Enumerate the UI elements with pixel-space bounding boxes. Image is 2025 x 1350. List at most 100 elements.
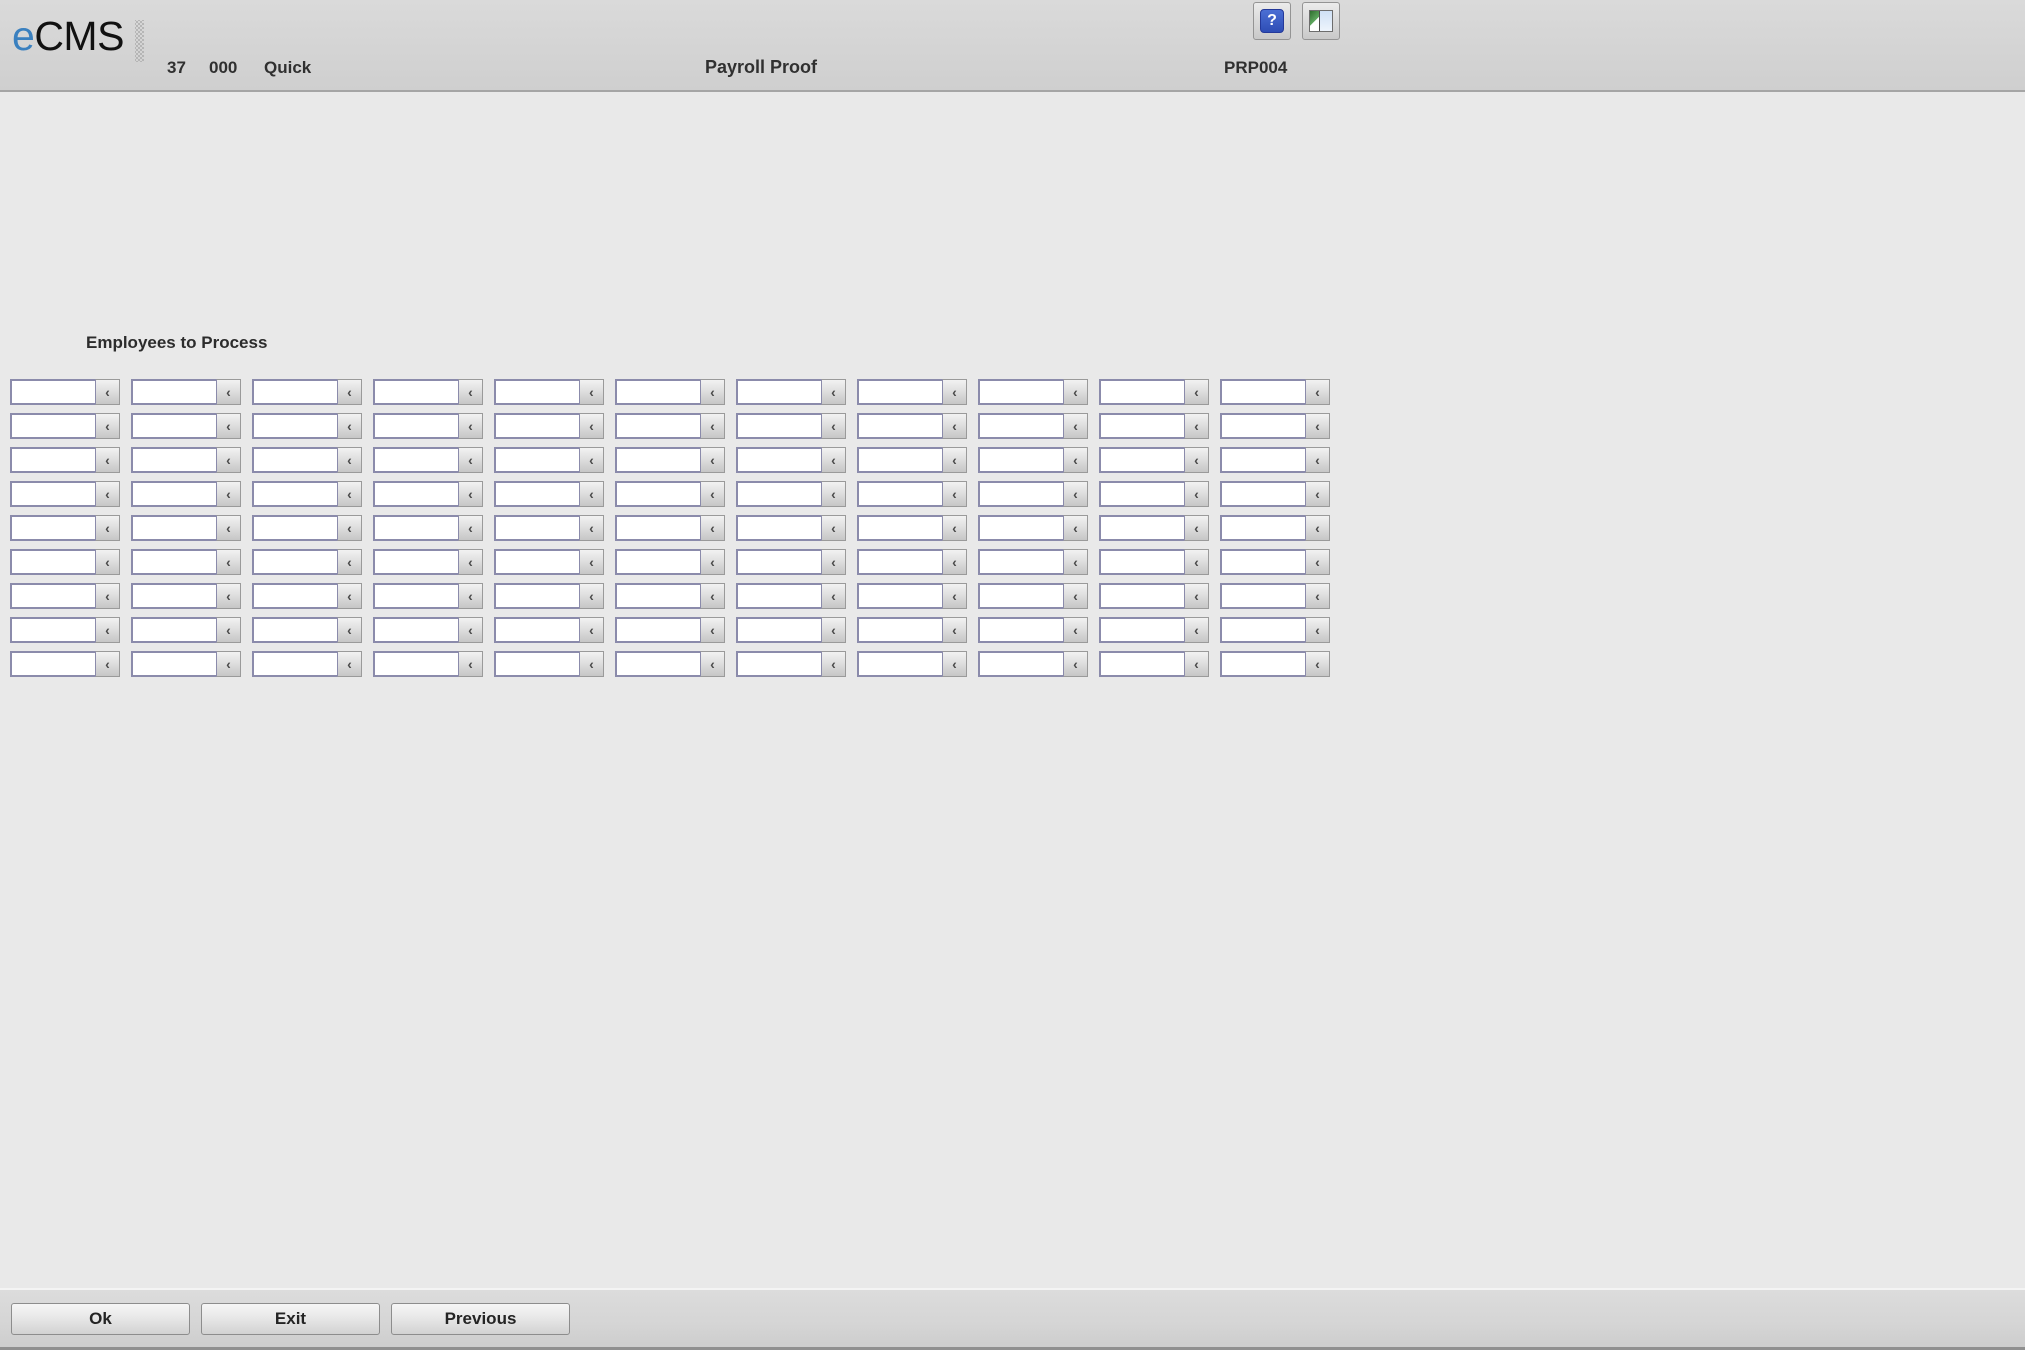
employee-lookup-button-r2-c7[interactable]: ‹ — [821, 413, 846, 439]
employee-lookup-button-r1-c1[interactable]: ‹ — [95, 379, 120, 405]
employee-number-input-r9-c2[interactable] — [131, 651, 216, 677]
employee-lookup-button-r8-c10[interactable]: ‹ — [1184, 617, 1209, 643]
employee-number-input-r5-c9[interactable] — [978, 515, 1063, 541]
employee-number-input-r4-c11[interactable] — [1220, 481, 1305, 507]
employee-number-input-r9-c10[interactable] — [1099, 651, 1184, 677]
employee-number-input-r7-c5[interactable] — [494, 583, 579, 609]
employee-lookup-button-r9-c10[interactable]: ‹ — [1184, 651, 1209, 677]
employee-lookup-button-r3-c5[interactable]: ‹ — [579, 447, 604, 473]
employee-number-input-r6-c5[interactable] — [494, 549, 579, 575]
employee-lookup-button-r9-c6[interactable]: ‹ — [700, 651, 725, 677]
employee-lookup-button-r4-c6[interactable]: ‹ — [700, 481, 725, 507]
employee-number-input-r2-c5[interactable] — [494, 413, 579, 439]
employee-lookup-button-r2-c10[interactable]: ‹ — [1184, 413, 1209, 439]
employee-lookup-button-r3-c3[interactable]: ‹ — [337, 447, 362, 473]
employee-number-input-r2-c8[interactable] — [857, 413, 942, 439]
employee-number-input-r6-c7[interactable] — [736, 549, 821, 575]
employee-number-input-r7-c6[interactable] — [615, 583, 700, 609]
employee-number-input-r5-c2[interactable] — [131, 515, 216, 541]
employee-number-input-r1-c3[interactable] — [252, 379, 337, 405]
employee-number-input-r2-c7[interactable] — [736, 413, 821, 439]
employee-lookup-button-r1-c8[interactable]: ‹ — [942, 379, 967, 405]
employee-number-input-r7-c4[interactable] — [373, 583, 458, 609]
employee-lookup-button-r3-c10[interactable]: ‹ — [1184, 447, 1209, 473]
employee-lookup-button-r1-c3[interactable]: ‹ — [337, 379, 362, 405]
employee-number-input-r9-c4[interactable] — [373, 651, 458, 677]
employee-lookup-button-r7-c10[interactable]: ‹ — [1184, 583, 1209, 609]
employee-lookup-button-r2-c1[interactable]: ‹ — [95, 413, 120, 439]
employee-lookup-button-r7-c8[interactable]: ‹ — [942, 583, 967, 609]
employee-number-input-r4-c2[interactable] — [131, 481, 216, 507]
employee-number-input-r3-c2[interactable] — [131, 447, 216, 473]
employee-number-input-r2-c9[interactable] — [978, 413, 1063, 439]
employee-number-input-r9-c6[interactable] — [615, 651, 700, 677]
employee-lookup-button-r5-c5[interactable]: ‹ — [579, 515, 604, 541]
employee-lookup-button-r3-c2[interactable]: ‹ — [216, 447, 241, 473]
employee-lookup-button-r5-c1[interactable]: ‹ — [95, 515, 120, 541]
employee-lookup-button-r4-c11[interactable]: ‹ — [1305, 481, 1330, 507]
employee-lookup-button-r5-c9[interactable]: ‹ — [1063, 515, 1088, 541]
employee-lookup-button-r6-c4[interactable]: ‹ — [458, 549, 483, 575]
employee-lookup-button-r5-c8[interactable]: ‹ — [942, 515, 967, 541]
employee-lookup-button-r3-c9[interactable]: ‹ — [1063, 447, 1088, 473]
employee-number-input-r7-c9[interactable] — [978, 583, 1063, 609]
employee-number-input-r3-c1[interactable] — [10, 447, 95, 473]
employee-lookup-button-r2-c5[interactable]: ‹ — [579, 413, 604, 439]
employee-number-input-r6-c10[interactable] — [1099, 549, 1184, 575]
employee-number-input-r9-c8[interactable] — [857, 651, 942, 677]
employee-lookup-button-r9-c2[interactable]: ‹ — [216, 651, 241, 677]
employee-lookup-button-r9-c9[interactable]: ‹ — [1063, 651, 1088, 677]
employee-lookup-button-r6-c2[interactable]: ‹ — [216, 549, 241, 575]
employee-lookup-button-r8-c2[interactable]: ‹ — [216, 617, 241, 643]
employee-lookup-button-r2-c2[interactable]: ‹ — [216, 413, 241, 439]
employee-lookup-button-r8-c9[interactable]: ‹ — [1063, 617, 1088, 643]
employee-lookup-button-r2-c3[interactable]: ‹ — [337, 413, 362, 439]
employee-number-input-r3-c5[interactable] — [494, 447, 579, 473]
employee-number-input-r4-c6[interactable] — [615, 481, 700, 507]
employee-number-input-r1-c6[interactable] — [615, 379, 700, 405]
employee-lookup-button-r8-c8[interactable]: ‹ — [942, 617, 967, 643]
employee-lookup-button-r9-c5[interactable]: ‹ — [579, 651, 604, 677]
employee-lookup-button-r7-c6[interactable]: ‹ — [700, 583, 725, 609]
employee-number-input-r9-c7[interactable] — [736, 651, 821, 677]
employee-lookup-button-r6-c5[interactable]: ‹ — [579, 549, 604, 575]
employee-number-input-r6-c8[interactable] — [857, 549, 942, 575]
employee-lookup-button-r5-c10[interactable]: ‹ — [1184, 515, 1209, 541]
employee-number-input-r3-c8[interactable] — [857, 447, 942, 473]
employee-number-input-r1-c2[interactable] — [131, 379, 216, 405]
employee-number-input-r3-c7[interactable] — [736, 447, 821, 473]
employee-number-input-r2-c1[interactable] — [10, 413, 95, 439]
employee-lookup-button-r1-c4[interactable]: ‹ — [458, 379, 483, 405]
employee-lookup-button-r9-c4[interactable]: ‹ — [458, 651, 483, 677]
employee-number-input-r2-c11[interactable] — [1220, 413, 1305, 439]
employee-number-input-r5-c7[interactable] — [736, 515, 821, 541]
employee-number-input-r9-c5[interactable] — [494, 651, 579, 677]
employee-lookup-button-r8-c7[interactable]: ‹ — [821, 617, 846, 643]
employee-number-input-r9-c3[interactable] — [252, 651, 337, 677]
employee-lookup-button-r8-c3[interactable]: ‹ — [337, 617, 362, 643]
employee-lookup-button-r8-c6[interactable]: ‹ — [700, 617, 725, 643]
employee-lookup-button-r5-c2[interactable]: ‹ — [216, 515, 241, 541]
employee-number-input-r2-c3[interactable] — [252, 413, 337, 439]
help-button[interactable]: ? — [1253, 2, 1291, 40]
employee-number-input-r2-c10[interactable] — [1099, 413, 1184, 439]
employee-lookup-button-r9-c7[interactable]: ‹ — [821, 651, 846, 677]
employee-lookup-button-r9-c3[interactable]: ‹ — [337, 651, 362, 677]
employee-lookup-button-r4-c9[interactable]: ‹ — [1063, 481, 1088, 507]
employee-number-input-r2-c4[interactable] — [373, 413, 458, 439]
employee-lookup-button-r1-c9[interactable]: ‹ — [1063, 379, 1088, 405]
employee-number-input-r5-c6[interactable] — [615, 515, 700, 541]
employee-number-input-r7-c2[interactable] — [131, 583, 216, 609]
employee-lookup-button-r3-c1[interactable]: ‹ — [95, 447, 120, 473]
employee-lookup-button-r7-c2[interactable]: ‹ — [216, 583, 241, 609]
employee-number-input-r8-c9[interactable] — [978, 617, 1063, 643]
employee-number-input-r3-c11[interactable] — [1220, 447, 1305, 473]
employee-number-input-r8-c3[interactable] — [252, 617, 337, 643]
employee-number-input-r3-c4[interactable] — [373, 447, 458, 473]
employee-lookup-button-r5-c7[interactable]: ‹ — [821, 515, 846, 541]
employee-lookup-button-r2-c9[interactable]: ‹ — [1063, 413, 1088, 439]
employee-number-input-r3-c9[interactable] — [978, 447, 1063, 473]
employee-number-input-r3-c6[interactable] — [615, 447, 700, 473]
employee-lookup-button-r5-c3[interactable]: ‹ — [337, 515, 362, 541]
employee-number-input-r3-c3[interactable] — [252, 447, 337, 473]
